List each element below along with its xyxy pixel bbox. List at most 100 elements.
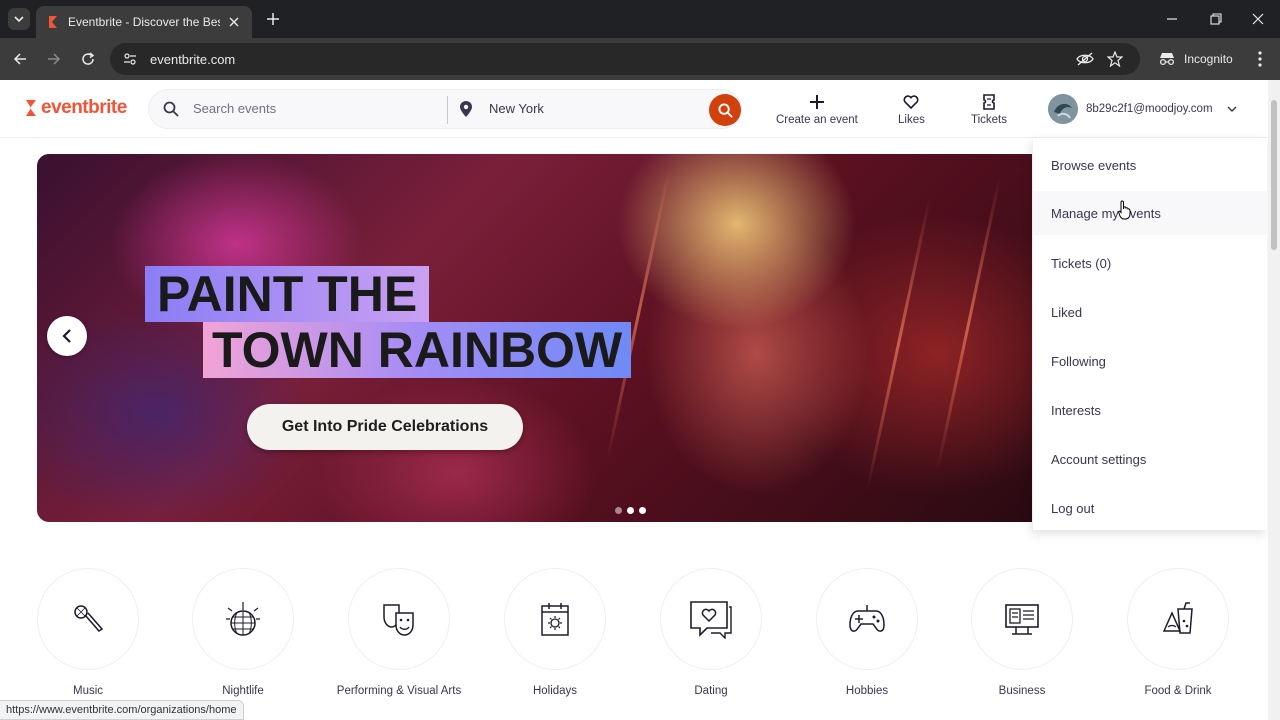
- incognito-label: Incognito: [1184, 52, 1233, 66]
- category-label: Dating: [694, 685, 728, 697]
- menu-item-browse-events[interactable]: Browse events: [1033, 143, 1267, 187]
- disco-ball-icon: [226, 602, 260, 636]
- plus-icon: [809, 95, 824, 109]
- minimize-icon: [1167, 18, 1177, 20]
- scrollbar-thumb[interactable]: [1271, 100, 1277, 250]
- site-header: eventbrite Search events New York Create…: [0, 80, 1268, 138]
- plus-icon: [267, 13, 279, 25]
- arrow-right-icon: [48, 53, 61, 65]
- menu-item-liked[interactable]: Liked: [1033, 290, 1267, 334]
- likes-label: Likes: [898, 114, 925, 126]
- back-button[interactable]: [8, 47, 32, 71]
- category-food-drink[interactable]: Food & Drink: [1100, 568, 1256, 699]
- search-submit-button[interactable]: [709, 94, 741, 126]
- category-label: Hobbies: [845, 685, 889, 697]
- carousel-dot[interactable]: [615, 507, 622, 514]
- category-label: Music: [72, 685, 104, 697]
- tickets-label: Tickets: [971, 114, 1007, 126]
- forward-button[interactable]: [42, 47, 66, 71]
- url-text: eventbrite.com: [150, 51, 236, 67]
- category-holidays[interactable]: Holidays: [477, 568, 633, 699]
- incognito-indicator[interactable]: Incognito: [1150, 45, 1241, 73]
- address-bar[interactable]: eventbrite.com: [110, 43, 1140, 75]
- category-hobbies[interactable]: Hobbies: [789, 568, 945, 699]
- close-icon: [229, 17, 239, 27]
- menu-item-following[interactable]: Following: [1033, 339, 1267, 383]
- search-bar: Search events New York: [148, 89, 742, 129]
- tab-search-button[interactable]: [8, 8, 30, 30]
- carousel-dots: [615, 507, 646, 514]
- eventbrite-logo-icon: [26, 100, 36, 116]
- menu-item-manage-events[interactable]: Manage my events: [1033, 191, 1267, 235]
- browser-toolbar: eventbrite.com Incognito: [0, 38, 1280, 80]
- carousel-dot[interactable]: [627, 507, 634, 514]
- tracking-protection-icon[interactable]: [1072, 46, 1098, 72]
- menu-item-interests[interactable]: Interests: [1033, 388, 1267, 432]
- tickets-link[interactable]: Tickets: [971, 92, 1007, 126]
- search-input[interactable]: Search events: [193, 101, 276, 116]
- menu-item-log-out[interactable]: Log out: [1033, 486, 1267, 530]
- hero-cta-button[interactable]: Get Into Pride Celebrations: [247, 404, 523, 450]
- chevron-down-icon: [14, 16, 24, 23]
- hero-decoration: [935, 176, 1002, 472]
- user-email: 8b29c2f1@moodjoy.com: [1086, 103, 1213, 115]
- page-scrollbar[interactable]: [1268, 80, 1280, 720]
- chat-heart-icon: [690, 601, 732, 639]
- site-info-icon[interactable]: [120, 49, 140, 69]
- chevron-left-icon: [62, 329, 71, 343]
- minimize-button[interactable]: [1150, 0, 1194, 38]
- category-label: Performing & Visual Arts: [336, 685, 462, 697]
- carousel-dot[interactable]: [639, 507, 646, 514]
- microphone-icon: [74, 605, 104, 632]
- browser-menu-button[interactable]: [1248, 47, 1272, 71]
- category-label: Holidays: [532, 685, 578, 697]
- tab-title: Eventbrite - Discover the Best L: [68, 15, 220, 29]
- gamepad-icon: [849, 605, 885, 632]
- ticket-icon: [983, 94, 995, 110]
- category-label: Nightlife: [222, 685, 264, 697]
- search-divider: [447, 96, 448, 124]
- logo-text: eventbrite: [41, 97, 127, 118]
- arrow-left-icon: [13, 53, 26, 65]
- category-strip: Music Nightlife Performing & Visual Arts…: [0, 568, 1268, 720]
- incognito-icon: [1159, 53, 1175, 66]
- category-performing-visual-arts[interactable]: Performing & Visual Arts: [321, 568, 477, 699]
- hero-decoration: [865, 196, 932, 492]
- restore-icon: [1210, 13, 1222, 25]
- page-content: eventbrite Search events New York Create…: [0, 80, 1280, 720]
- create-event-link[interactable]: Create an event: [776, 92, 858, 126]
- eventbrite-favicon-icon: [49, 16, 57, 28]
- location-pin-icon: [460, 101, 472, 117]
- category-dating[interactable]: Dating: [633, 568, 789, 699]
- chevron-down-icon: [1227, 106, 1237, 112]
- eventbrite-logo[interactable]: eventbrite: [22, 97, 127, 119]
- close-window-button[interactable]: [1236, 0, 1280, 38]
- category-music[interactable]: Music: [10, 568, 166, 699]
- hand-cursor-icon: [1118, 200, 1131, 220]
- carousel-prev-button[interactable]: [47, 316, 87, 356]
- search-icon: [163, 101, 179, 117]
- search-icon: [717, 102, 733, 118]
- new-tab-button[interactable]: [262, 8, 284, 30]
- menu-item-account-settings[interactable]: Account settings: [1033, 437, 1267, 481]
- more-vertical-icon: [1258, 51, 1262, 67]
- menu-item-tickets[interactable]: Tickets (0): [1033, 241, 1267, 285]
- category-label: Food & Drink: [1144, 685, 1212, 697]
- reload-icon: [82, 52, 95, 65]
- tab-close-button[interactable]: [226, 14, 242, 30]
- browser-tab[interactable]: Eventbrite - Discover the Best L: [36, 6, 252, 38]
- location-input[interactable]: New York: [489, 101, 544, 116]
- close-icon: [1252, 13, 1264, 25]
- user-menu-button[interactable]: 8b29c2f1@moodjoy.com: [1048, 94, 1237, 124]
- restore-button[interactable]: [1194, 0, 1238, 38]
- reload-button[interactable]: [76, 47, 100, 71]
- category-nightlife[interactable]: Nightlife: [165, 568, 321, 699]
- category-business[interactable]: Business: [944, 568, 1100, 699]
- hero-carousel: PAINT THE TOWN RAINBOW Get Into Pride Ce…: [37, 154, 1032, 522]
- theater-masks-icon: [383, 604, 414, 636]
- bookmark-star-icon[interactable]: [1102, 46, 1128, 72]
- likes-link[interactable]: Likes: [898, 92, 925, 126]
- avatar: [1048, 94, 1078, 124]
- food-drink-icon: [1162, 602, 1193, 634]
- hero-decoration: [605, 166, 672, 462]
